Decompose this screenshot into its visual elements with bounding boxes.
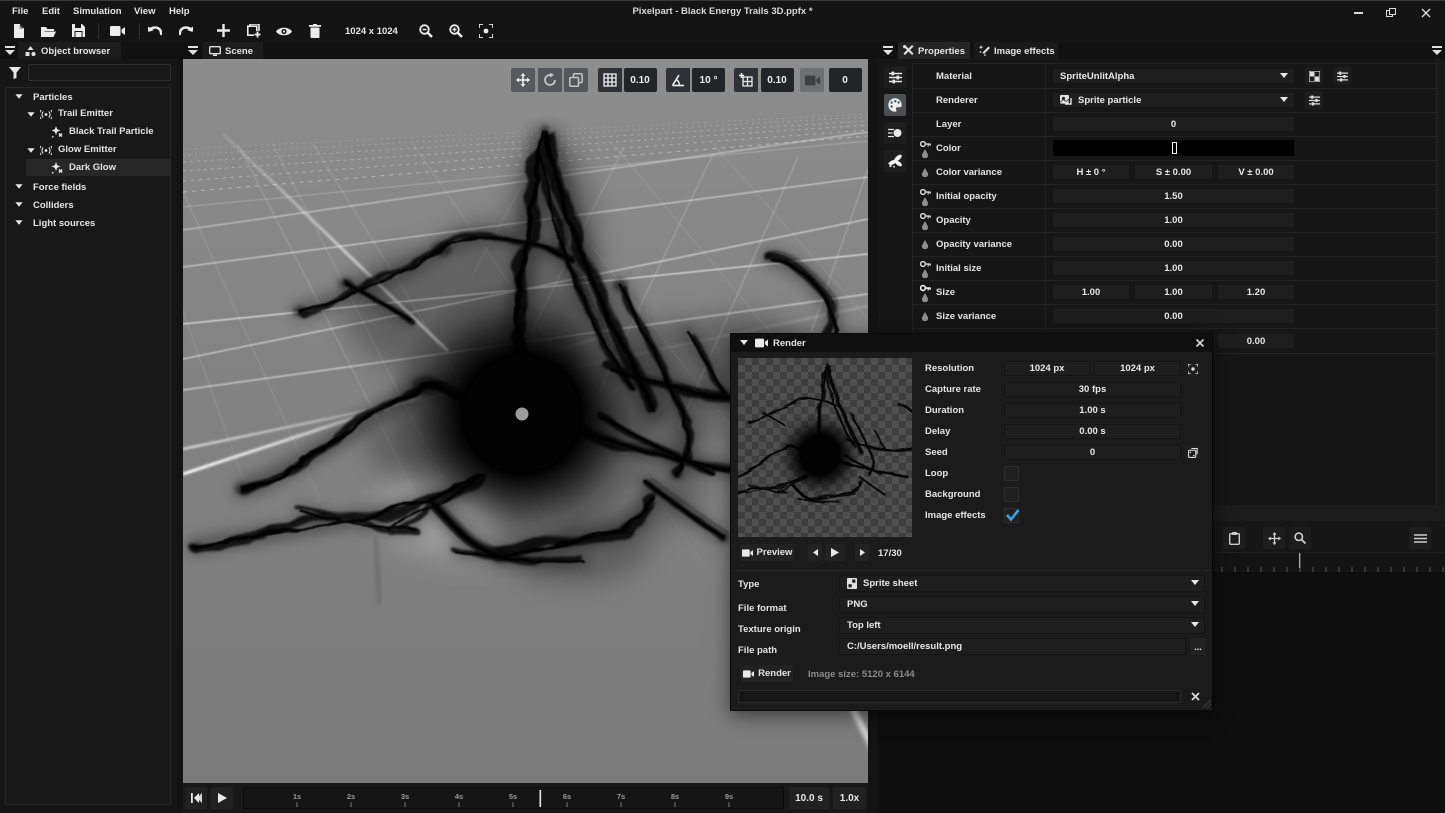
svg-text:5s: 5s [509, 792, 517, 801]
svg-text:7s: 7s [617, 792, 625, 801]
svg-text:9s: 9s [725, 792, 733, 801]
svg-text:6s: 6s [563, 792, 571, 801]
svg-text:8s: 8s [671, 792, 679, 801]
svg-text:3s: 3s [401, 792, 409, 801]
svg-text:2s: 2s [347, 792, 355, 801]
svg-text:1s: 1s [293, 792, 301, 801]
svg-text:4s: 4s [455, 792, 463, 801]
